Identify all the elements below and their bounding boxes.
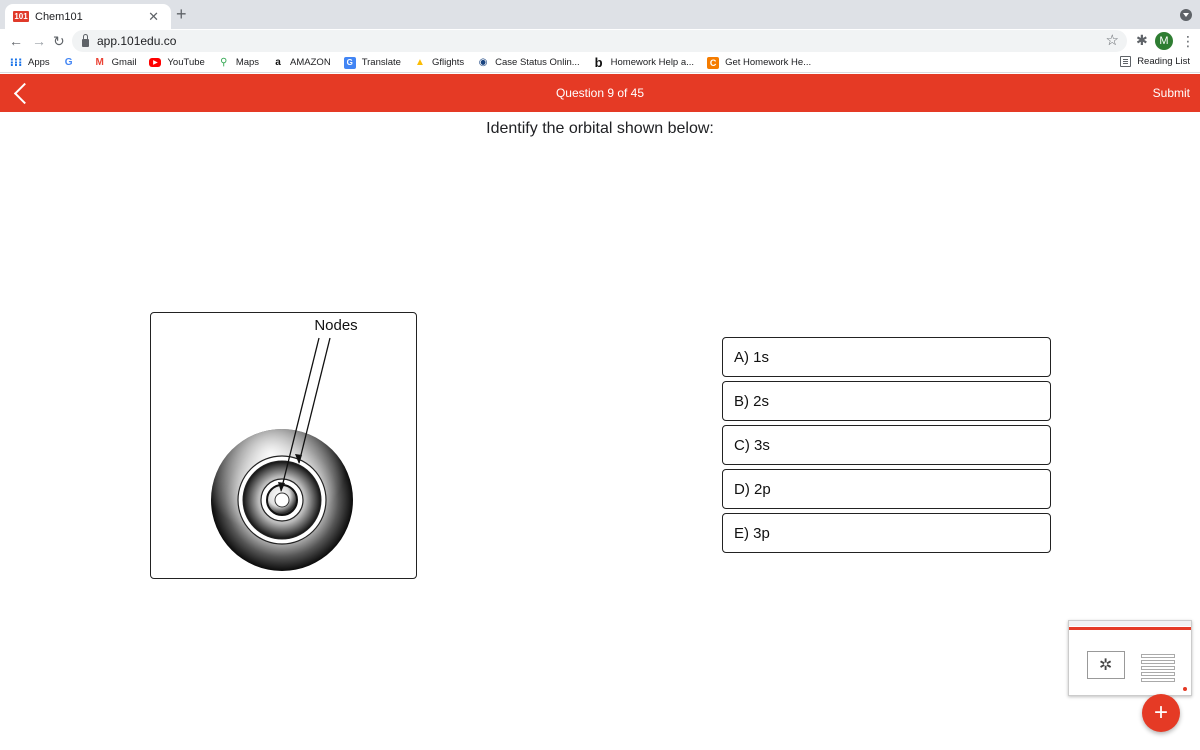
browser-tabstrip: 101 Chem101 ✕ + <box>0 0 1200 29</box>
gmail-icon: M <box>95 57 104 68</box>
profile-avatar[interactable]: M <box>1155 32 1173 50</box>
browser-toolbar: ← → ↻ app.101edu.co ☆ ✱ M ⋮ <box>0 29 1200 53</box>
bookmark-case-status[interactable]: ◉ Case Status Onlin... <box>477 57 580 69</box>
tab-title: Chem101 <box>35 10 83 23</box>
submit-button[interactable]: Submit <box>1153 86 1190 100</box>
answer-option-a[interactable]: A) 1s <box>722 337 1051 377</box>
close-tab-icon[interactable]: ✕ <box>148 9 159 25</box>
browser-menu-icon[interactable]: ⋮ <box>1181 32 1195 50</box>
chem101-favicon-icon: 101 <box>13 11 29 22</box>
back-arrow-icon[interactable]: ← <box>9 32 23 50</box>
address-bar[interactable]: app.101edu.co ☆ <box>72 30 1127 52</box>
gflights-icon: ▲ <box>414 57 425 68</box>
maps-icon: ⚲ <box>220 57 228 68</box>
bookmark-get-homework[interactable]: C Get Homework He... <box>707 56 811 69</box>
bookmark-gflights[interactable]: ▲ Gflights <box>414 57 464 69</box>
reading-list-button[interactable]: Reading List <box>1120 56 1190 67</box>
app-header: Question 9 of 45 Submit <box>0 74 1200 112</box>
bookmark-homework-help[interactable]: b Homework Help a... <box>593 55 694 70</box>
answer-option-e[interactable]: E) 3p <box>722 513 1051 553</box>
bookmark-maps[interactable]: ⚲ Maps <box>218 57 259 69</box>
orbital-figure: Nodes <box>150 312 417 579</box>
bookmark-amazon[interactable]: a AMAZON <box>272 57 330 69</box>
bookmark-translate[interactable]: G Translate <box>343 56 401 69</box>
bookmarks-bar: ⁝⁝⁝ Apps G M Gmail ▶ YouTube ⚲ Maps a AM… <box>0 53 1200 73</box>
answer-option-d[interactable]: D) 2p <box>722 469 1051 509</box>
nodes-label: Nodes <box>314 317 357 334</box>
apps-grid-icon: ⁝⁝⁝ <box>9 57 23 69</box>
google-icon: G <box>64 57 73 68</box>
reload-icon[interactable]: ↻ <box>53 32 65 50</box>
browser-tab[interactable]: 101 Chem101 ✕ <box>5 4 171 29</box>
uscis-icon: ◉ <box>478 57 488 68</box>
forward-arrow-icon[interactable]: → <box>32 32 46 50</box>
bookmark-youtube[interactable]: ▶ YouTube <box>149 57 205 68</box>
answer-list: A) 1s B) 2s C) 3s D) 2p E) 3p <box>722 337 1051 557</box>
translate-icon: G <box>343 56 356 69</box>
extensions-puzzle-icon[interactable]: ✱ <box>1136 32 1148 49</box>
screenshot-thumbnail[interactable] <box>1068 620 1192 696</box>
url-text: app.101edu.co <box>97 34 177 48</box>
reading-list-icon <box>1120 56 1132 67</box>
new-tab-button[interactable]: + <box>176 5 187 23</box>
youtube-icon: ▶ <box>149 58 162 67</box>
bookmark-apps[interactable]: ⁝⁝⁝ Apps <box>10 57 50 69</box>
tab-search-icon[interactable] <box>1180 9 1192 21</box>
add-fab-button[interactable]: + <box>1142 694 1180 732</box>
bookmark-google[interactable]: G <box>63 57 81 69</box>
answer-option-c[interactable]: C) 3s <box>722 425 1051 465</box>
question-prompt: Identify the orbital shown below: <box>486 120 714 137</box>
answer-option-b[interactable]: B) 2s <box>722 381 1051 421</box>
question-counter: Question 9 of 45 <box>555 86 645 100</box>
amazon-icon: a <box>275 57 281 68</box>
orbital-diagram: Nodes <box>211 317 358 571</box>
bartleby-icon: b <box>594 55 603 70</box>
bookmark-gmail[interactable]: M Gmail <box>94 57 136 69</box>
chegg-icon: C <box>707 56 720 69</box>
lock-icon[interactable] <box>82 33 89 47</box>
bookmark-star-icon[interactable]: ☆ <box>1106 31 1119 49</box>
